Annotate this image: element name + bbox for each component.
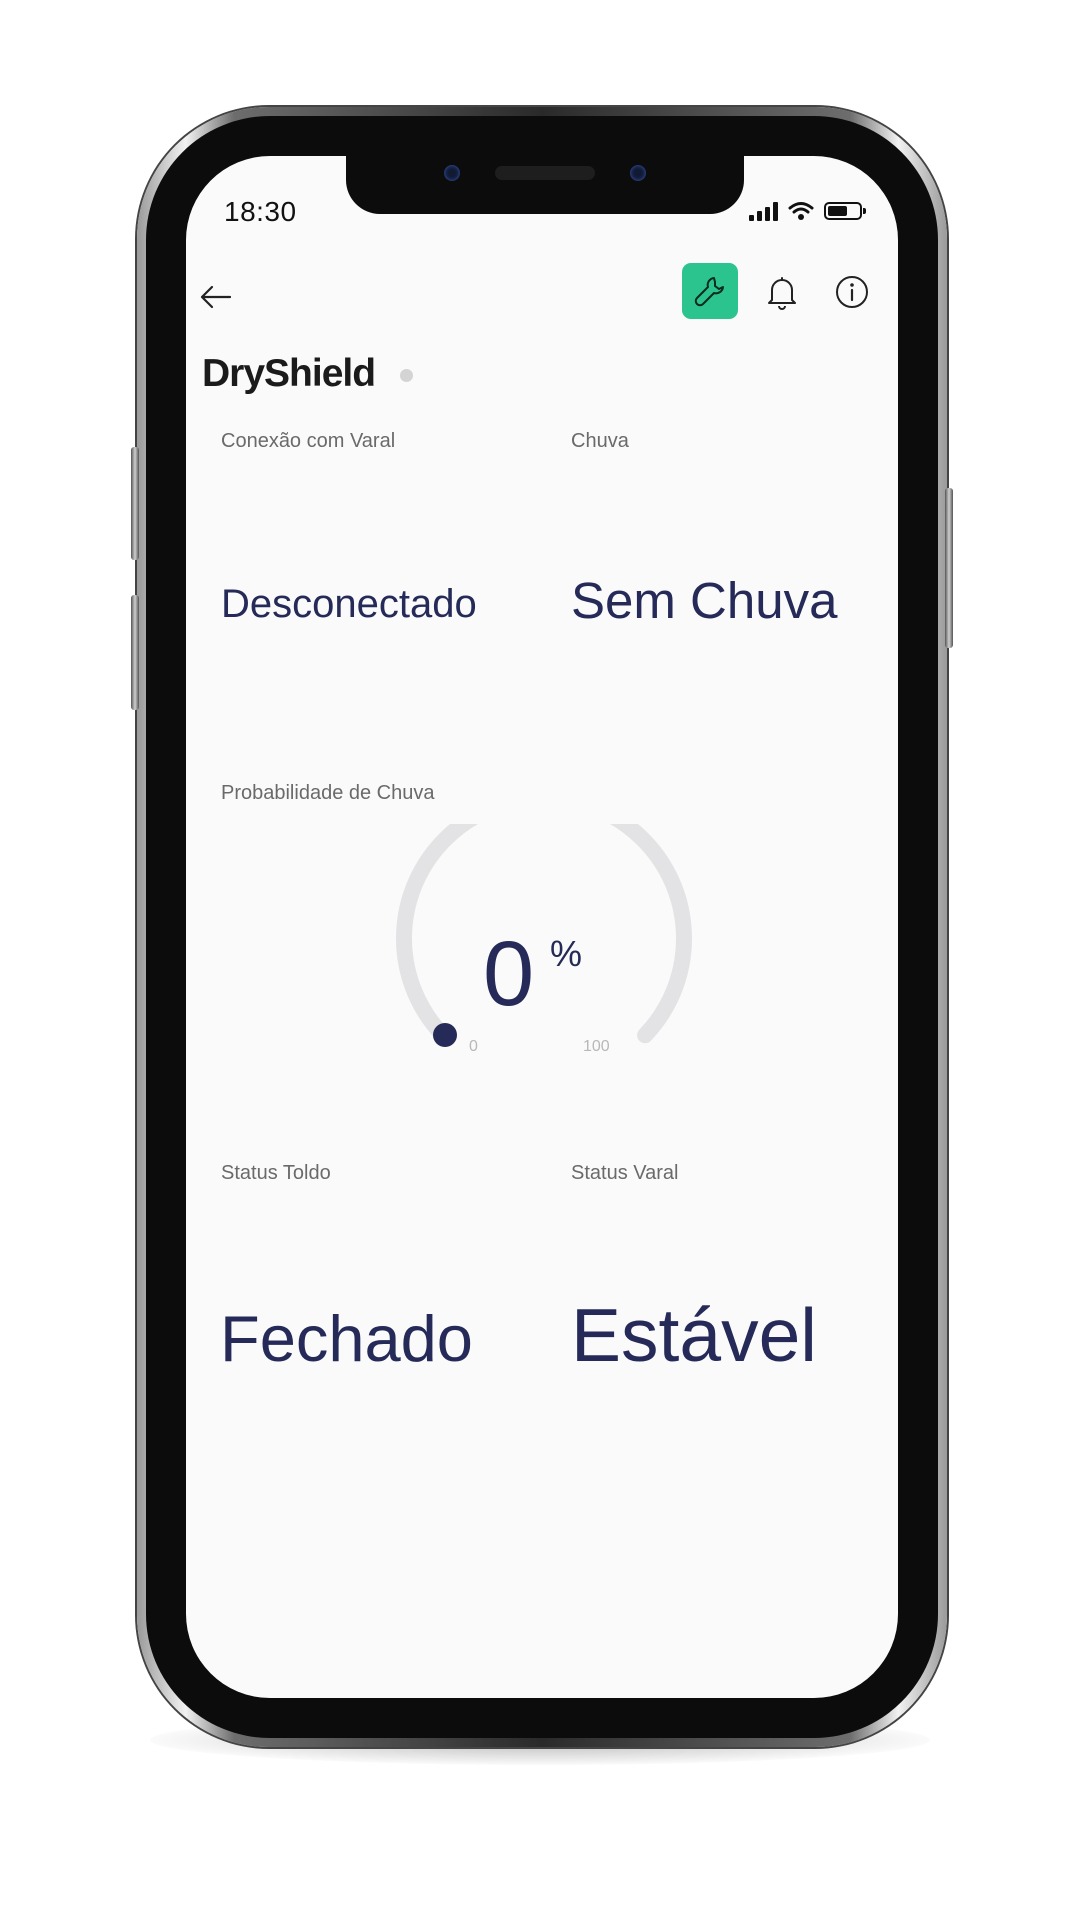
rain-value: Sem Chuva bbox=[571, 572, 838, 629]
gauge-min-label: 0 bbox=[469, 1038, 478, 1055]
gauge-indicator bbox=[433, 1023, 457, 1047]
battery-icon bbox=[824, 202, 866, 220]
sensor bbox=[630, 165, 646, 181]
back-arrow-icon bbox=[200, 285, 232, 309]
awning-label: Status Toldo bbox=[221, 1162, 331, 1184]
connection-status-dot bbox=[400, 369, 413, 382]
info-button[interactable] bbox=[832, 272, 872, 312]
settings-tool-button[interactable] bbox=[682, 263, 738, 319]
probability-label: Probabilidade de Chuva bbox=[221, 782, 435, 804]
back-button[interactable] bbox=[196, 277, 236, 317]
power-button bbox=[945, 488, 953, 648]
connection-label: Conexão com Varal bbox=[221, 430, 396, 452]
app-screen: 18:30 DryShield Conexão com Varal Descon… bbox=[186, 156, 898, 1698]
signal-icon bbox=[749, 201, 778, 221]
wrench-icon bbox=[694, 277, 724, 307]
awning-value: Fechado bbox=[220, 1302, 473, 1375]
clothesline-value: Estável bbox=[571, 1293, 817, 1377]
speaker bbox=[495, 166, 595, 180]
notifications-button[interactable] bbox=[762, 272, 802, 312]
gauge-track bbox=[396, 824, 692, 1044]
wifi-icon bbox=[788, 202, 814, 220]
gauge-unit: % bbox=[550, 933, 583, 974]
connection-value: Desconectado bbox=[221, 582, 477, 626]
status-time: 18:30 bbox=[224, 196, 297, 227]
rain-label: Chuva bbox=[571, 430, 629, 452]
mute-switch bbox=[131, 447, 139, 560]
camera bbox=[444, 165, 460, 181]
bell-icon bbox=[768, 277, 796, 310]
volume-button bbox=[131, 595, 139, 710]
clothesline-label: Status Varal bbox=[571, 1162, 679, 1184]
notch bbox=[346, 156, 744, 214]
gauge-value: 0 bbox=[483, 923, 535, 1025]
info-icon bbox=[836, 276, 868, 308]
rain-probability-gauge bbox=[396, 824, 692, 1047]
status-icons bbox=[749, 198, 866, 224]
device-title: DryShield bbox=[202, 352, 376, 395]
gauge-max-label: 100 bbox=[583, 1038, 610, 1055]
